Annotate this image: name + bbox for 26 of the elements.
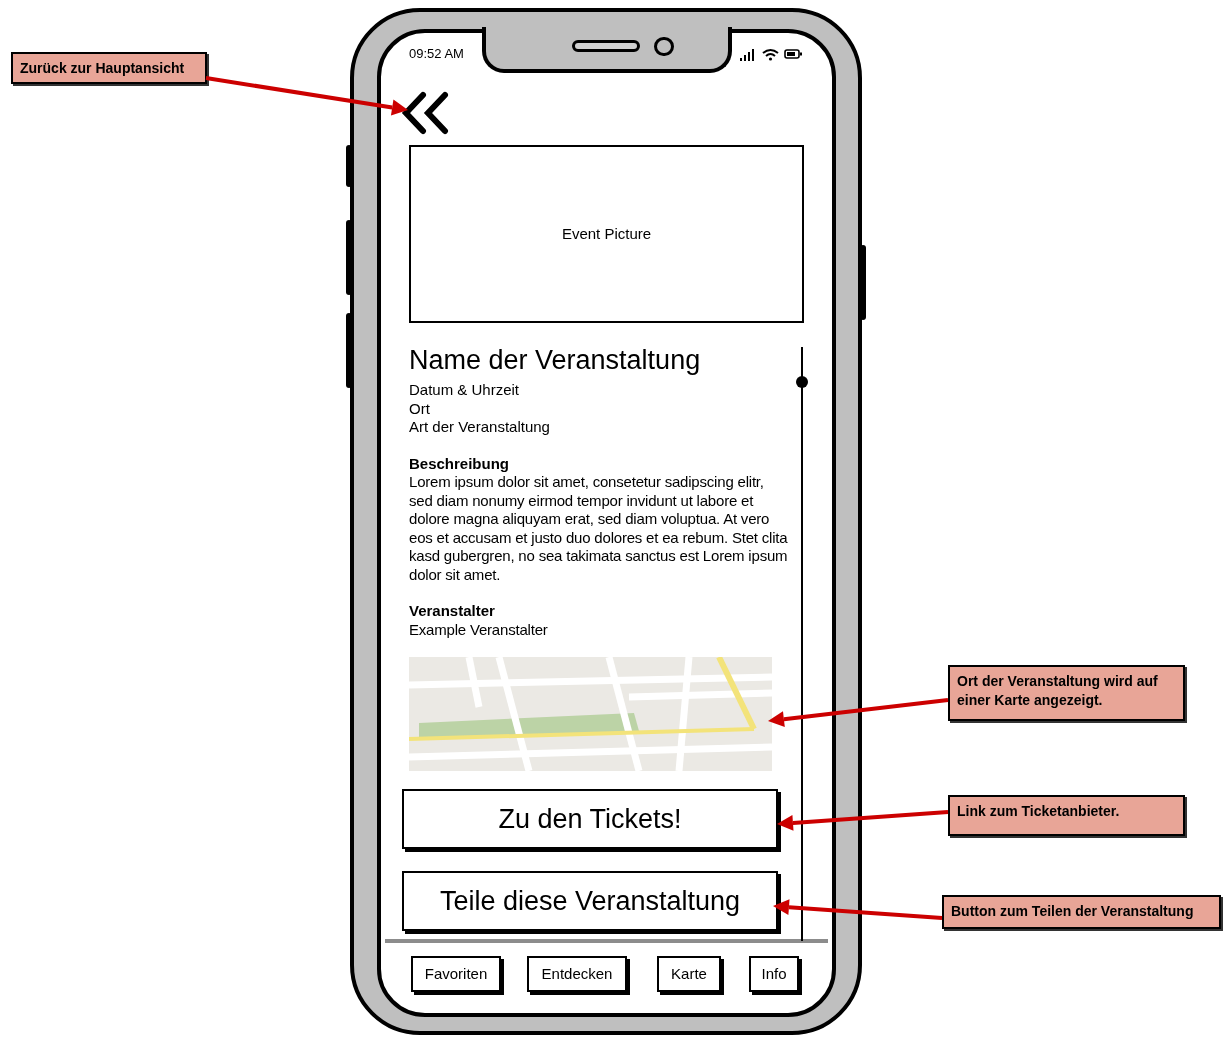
share-button[interactable]: Teile diese Veranstaltung [402,871,778,931]
section-text: Example Veranstalter [409,620,549,639]
annotation-note: Zurück zur Hauptansicht [11,52,207,84]
event-detail: Art der Veranstaltung [409,418,551,437]
event-detail: Datum & Uhrzeit [409,381,521,400]
annotation-note: Ort der Veranstaltung wird auf einer Karte angezeigt. [948,665,1185,721]
scrollbar[interactable] [799,347,805,941]
wifi-icon [762,47,779,61]
battery-icon [784,49,802,59]
section-text: Lorem ipsum dolor sit amet, consetetur sadipscing elitr, sed diam nonumy eirmod tempor invidunt ut labore et dolore magna aliquyam erat, sed diam voluptua. At vero eos et accusam et justo duo dolores et ea rebum. Stet clita kasd gubergren, no sea takimata sanctus est Lorem ipsum dolor sit amet. [409,473,789,584]
event-detail: Ort [409,399,431,418]
status-time: 09:52 AM [409,45,464,64]
back-icon[interactable] [401,91,451,135]
tickets-button[interactable]: Zu den Tickets! [402,789,778,849]
speaker-icon [572,40,640,52]
section-heading: Veranstalter [409,602,496,621]
annotation-note: Link zum Ticketanbieter. [948,795,1185,836]
signal-icon [739,47,757,61]
nav-tab[interactable]: Karte [657,956,721,992]
event-title: Name der Veranstaltung [409,344,702,377]
nav-tab[interactable]: Entdecken [527,956,627,992]
nav-tab[interactable]: Info [749,956,799,992]
nav-tab[interactable]: Favoriten [411,956,501,992]
image-label: Event Picture [561,223,652,244]
annotation-note: Button zum Teilen der Veranstaltung [942,895,1221,929]
section-heading: Beschreibung [409,454,511,473]
